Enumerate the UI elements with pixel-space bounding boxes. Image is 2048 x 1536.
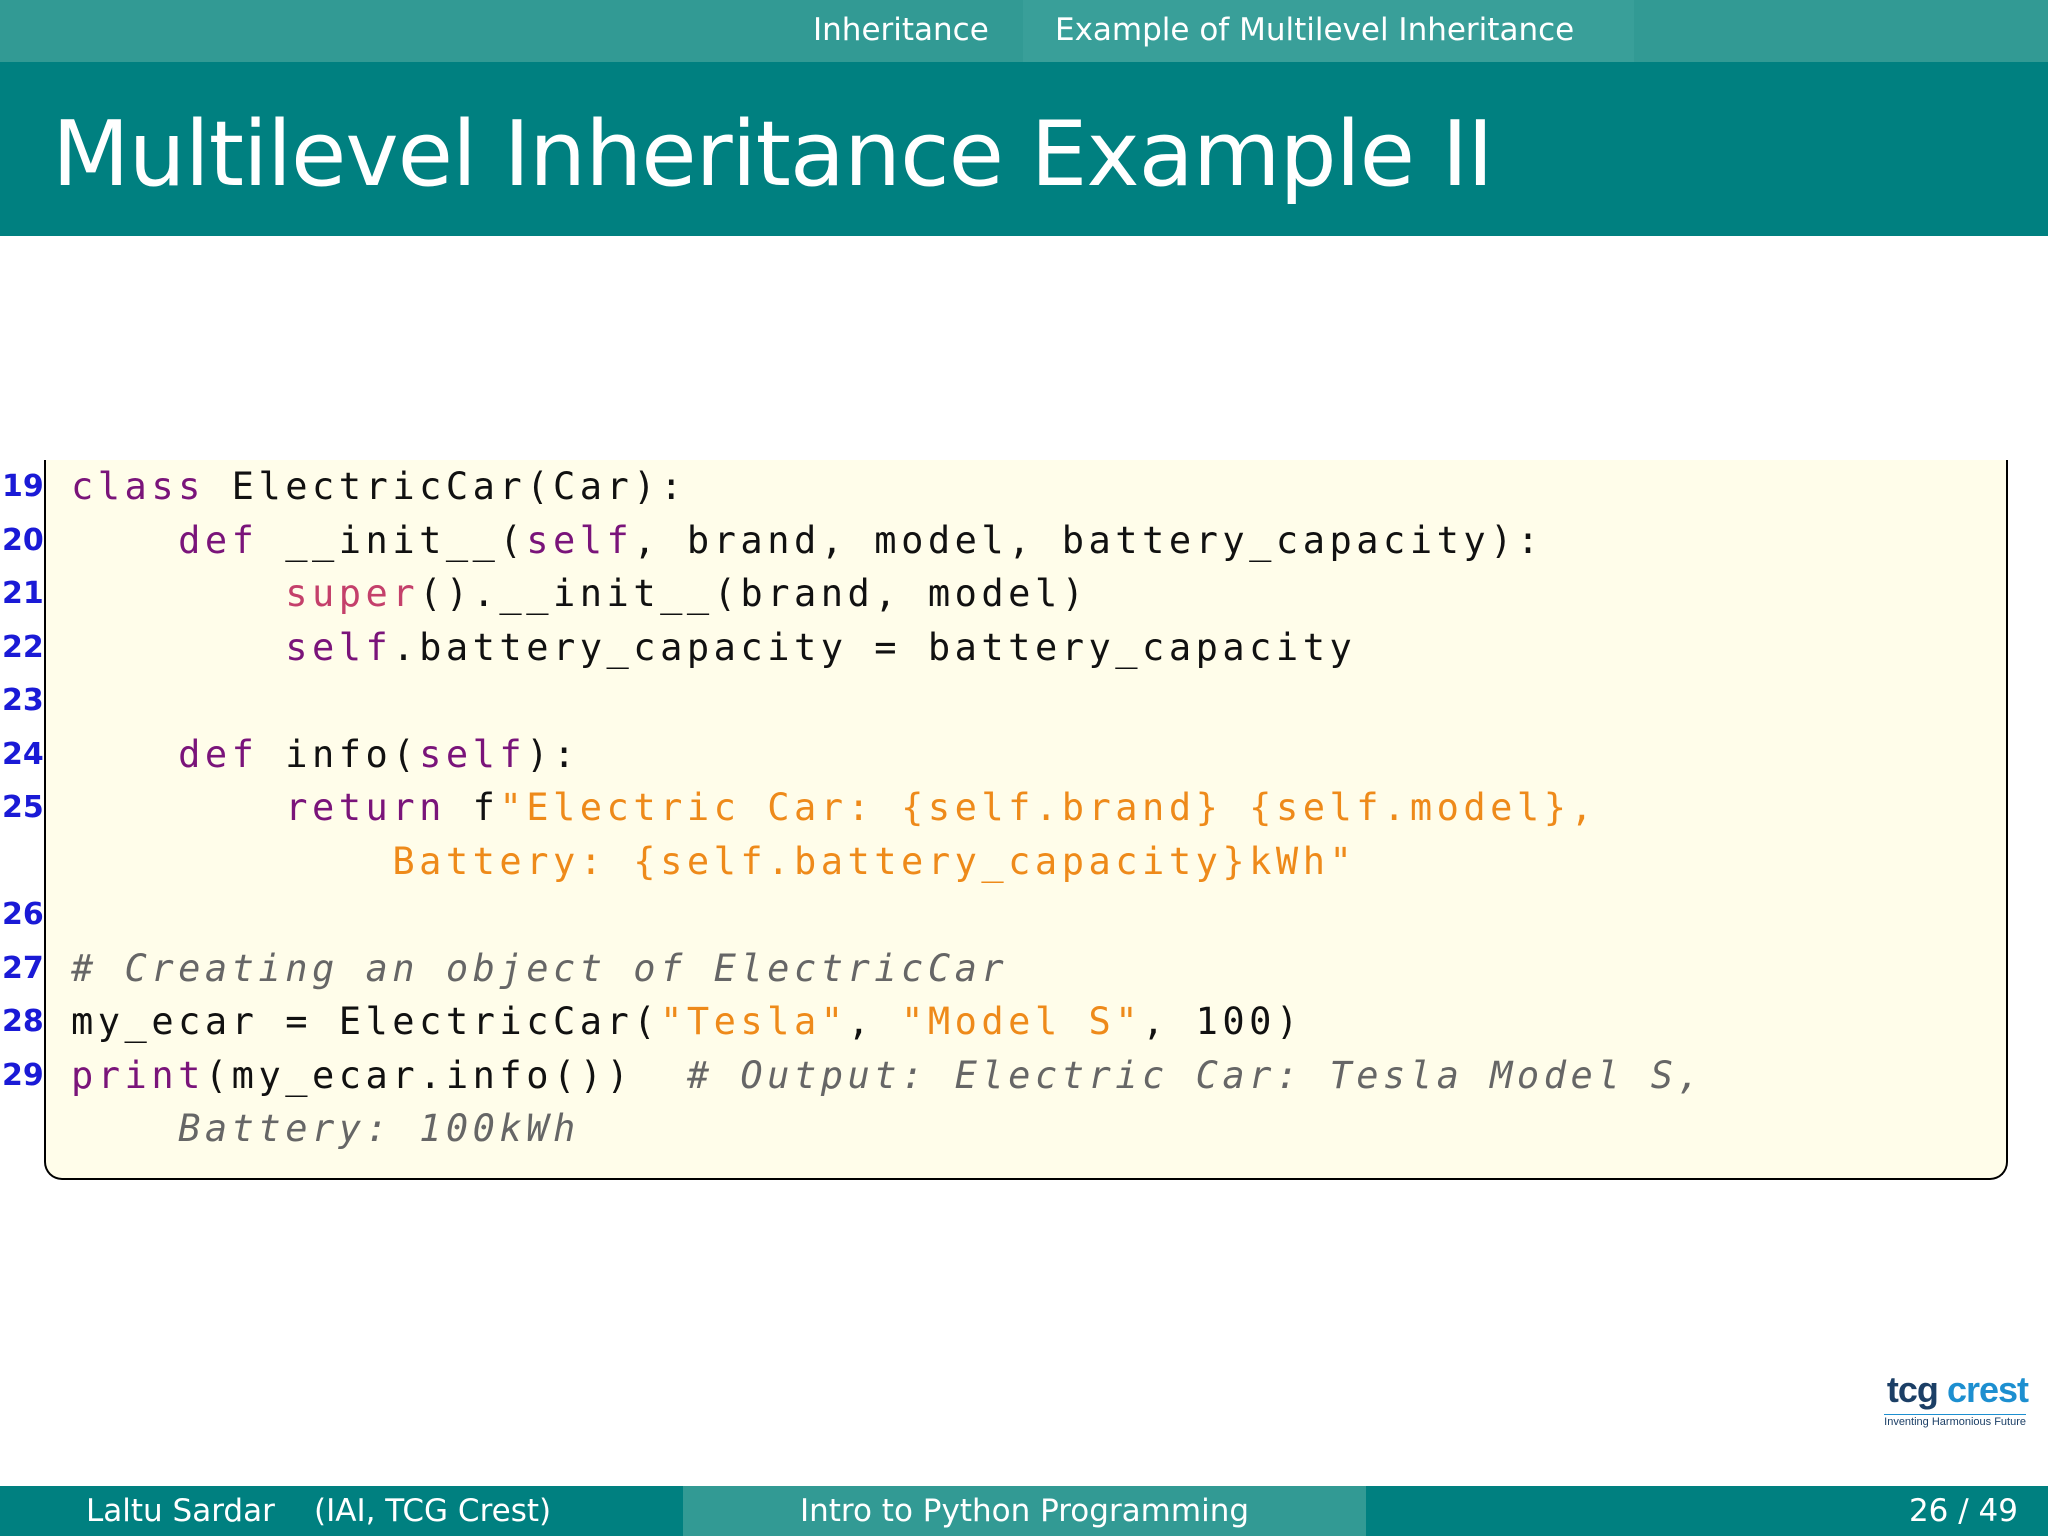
code-text: my_ecar = ElectricCar("Tesla", "Model S"…	[71, 995, 1303, 1049]
code-token: self	[419, 732, 527, 776]
code-line: 27 # Creating an object of ElectricCar	[2, 942, 2006, 996]
code-token: self	[285, 625, 393, 669]
code-token: my_ecar = ElectricCar(	[71, 1000, 661, 1043]
footer-institute: (IAI, TCG Crest)	[314, 1493, 552, 1529]
line-number: 23	[2, 683, 44, 718]
code-token: "Model S"	[901, 1000, 1143, 1043]
logo-wordmark: tcg crest	[1886, 1369, 2029, 1410]
nav-section-inheritance[interactable]: Inheritance	[813, 0, 989, 62]
code-line: 28 my_ecar = ElectricCar("Tesla", "Model …	[2, 995, 2006, 1049]
code-token: (my_ecar.info())	[204, 1053, 687, 1097]
code-line: 25 return f"Electric Car: {self.brand} {…	[2, 781, 2006, 835]
code-line: 26	[2, 888, 2006, 942]
line-number: 24	[2, 736, 44, 772]
code-text: self.battery_capacity = battery_capacity	[71, 621, 1356, 675]
line-number: 25	[2, 790, 44, 825]
code-text: def __init__(self, brand, model, battery…	[71, 514, 1544, 568]
nav-subsection-current[interactable]: Example of Multilevel Inheritance	[1023, 0, 1635, 62]
code-token: , 100)	[1142, 1000, 1303, 1043]
code-token: Battery: {self.battery_capacity}kWh"	[392, 839, 1357, 883]
code-token: class	[71, 465, 205, 508]
code-token: print	[71, 1053, 205, 1097]
code-text: # Creating an object of ElectricCar	[71, 942, 1008, 996]
code-text: return f"Electric Car: {self.brand} {sel…	[71, 781, 1597, 835]
code-text: class ElectricCar(Car):	[71, 460, 687, 514]
code-token: .battery_capacity = battery_capacity	[392, 625, 1357, 669]
code-token: "Electric Car: {self.brand} {self.model}…	[499, 786, 1598, 829]
code-token: ,	[847, 1000, 902, 1043]
line-number: 28	[2, 1004, 44, 1039]
logo-word-tcg: tcg	[1886, 1369, 1939, 1410]
line-number: 20	[2, 522, 44, 558]
code-token: ().__init__(brand, model)	[419, 572, 1089, 615]
code-token: self	[526, 518, 634, 562]
logo-word-crest: crest	[1946, 1369, 2029, 1410]
code-token: f	[445, 786, 500, 829]
code-text: Battery: 100kWh	[71, 1102, 580, 1156]
code-listing: 19 class ElectricCar(Car): 20 def __init__…	[2, 460, 2008, 1180]
line-number: 27	[2, 950, 44, 986]
code-token: ):	[526, 732, 580, 776]
code-token: super	[285, 572, 420, 615]
footer-page-block: 26 / 49	[1366, 1486, 2048, 1536]
code-text: super().__init__(brand, model)	[71, 567, 1089, 621]
tcg-crest-logo: tcg crest Inventing Harmonious Future	[1868, 1369, 2029, 1440]
code-line: 22 self.battery_capacity = battery_capac…	[2, 621, 2006, 675]
code-token: __init__(	[258, 518, 527, 562]
code-token: Battery: 100kWh	[178, 1107, 580, 1150]
line-number: 21	[2, 576, 44, 611]
slide-title: Multilevel Inheritance Example II	[52, 102, 1494, 207]
code-line: 19 class ElectricCar(Car):	[2, 460, 2006, 514]
code-line: 24 def info(self):	[2, 728, 2006, 782]
code-line: 29 print(my_ecar.info()) # Output: Electr…	[2, 1049, 2006, 1103]
line-number: 29	[2, 1057, 44, 1093]
line-number: 22	[2, 629, 44, 665]
code-line: Battery: 100kWh	[46, 1102, 2006, 1156]
code-token: def	[178, 518, 259, 562]
code-token: # Output: Electric Car: Tesla Model S,	[686, 1053, 1705, 1097]
code-token: def	[178, 732, 259, 776]
code-text: def info(self):	[71, 728, 580, 782]
footer-author: Laltu Sardar	[86, 1493, 275, 1529]
line-number: 19	[2, 469, 44, 504]
code-line: Battery: {self.battery_capacity}kWh"	[46, 835, 2006, 889]
code-token: , brand, model, battery_capacity):	[633, 518, 1544, 562]
code-token: info(	[258, 732, 420, 776]
footer-bar: Laltu Sardar (IAI, TCG Crest) Intro to P…	[0, 1486, 2048, 1536]
code-token: ElectricCar(Car):	[204, 465, 687, 508]
code-text: Battery: {self.battery_capacity}kWh"	[71, 835, 1356, 889]
code-line: 20 def __init__(self, brand, model, batt…	[2, 514, 2006, 568]
code-token: # Creating an object of ElectricCar	[71, 946, 1009, 990]
code-token: return	[285, 786, 446, 829]
logo-tagline: Inventing Harmonious Future	[1884, 1414, 2026, 1428]
title-bar: Multilevel Inheritance Example II	[0, 62, 2048, 236]
section-navigation-bar: Inheritance Example of Multilevel Inheri…	[0, 0, 2048, 62]
footer-course-title: Intro to Python Programming	[683, 1486, 1366, 1536]
code-line: 21 super().__init__(brand, model)	[2, 567, 2006, 621]
footer-page-number: 26 / 49	[1908, 1493, 2018, 1529]
code-token: "Tesla"	[660, 1000, 848, 1043]
footer-author-block: Laltu Sardar (IAI, TCG Crest)	[0, 1486, 683, 1536]
code-text: print(my_ecar.info()) # Output: Electric…	[71, 1049, 1704, 1103]
line-number: 26	[2, 897, 44, 932]
code-line: 23	[2, 674, 2006, 728]
